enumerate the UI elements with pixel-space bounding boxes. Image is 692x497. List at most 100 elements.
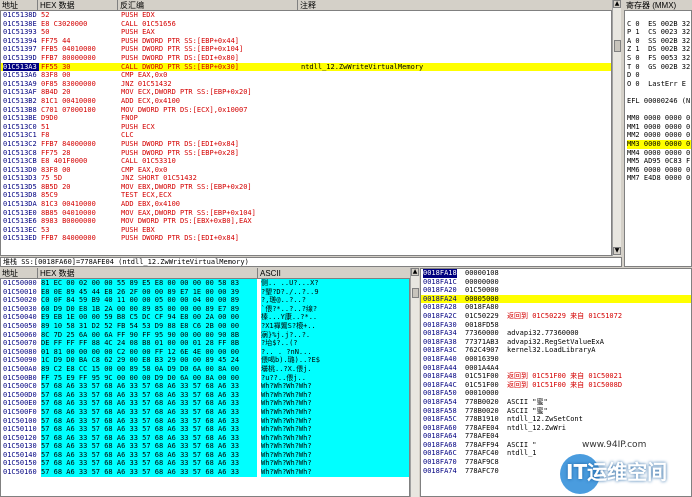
stack-row[interactable]: 0018FA58 778B0020 ASCII "蜜": [421, 407, 691, 416]
disasm-row[interactable]: 01C513D3 75 5D JNZ SHORT 01C51432: [1, 174, 611, 183]
stack-row[interactable]: 0018FA30 0018FD58: [421, 321, 691, 330]
stack-row[interactable]: 0018FA40 00016390: [421, 355, 691, 364]
stack-address: 0018FA74: [423, 466, 457, 475]
scroll-thumb[interactable]: [614, 40, 621, 52]
disasm-row[interactable]: 01C5138D 52 PUSH EDX: [1, 11, 611, 20]
disasm-row[interactable]: 01C513AF 8B4D 20 MOV ECX,DWORD PTR SS:[EBP…: [1, 88, 611, 97]
disasm-row[interactable]: 01C5139D FFB7 80000000 PUSH DWORD PTR DS:[…: [1, 54, 611, 63]
dump-scroll-up-icon[interactable]: ▲: [411, 268, 419, 276]
stack-row[interactable]: 0018FA1C 00000000: [421, 278, 691, 287]
stack-row[interactable]: 0018FA48 01C51F00 返回到 01C51F00 来自 01C50021: [421, 372, 691, 381]
dump-row[interactable]: 01C50040 E9 EB 1E 00 00 59 B8 C5 DC CF 94…: [1, 313, 409, 322]
dump-address: 01C50150: [3, 459, 37, 468]
disasm-row[interactable]: 01C513D0 83F8 00 CMP EAX,0x0: [1, 166, 611, 175]
stack-row[interactable]: 0018FA5C 778B1910 ntdll_12.ZwSetCont: [421, 415, 691, 424]
disasm-row[interactable]: 01C513C2 FFB7 84000000 PUSH DWORD PTR DS:[…: [1, 140, 611, 149]
stack-row[interactable]: 0018FA4C 01C51F00 返回到 01C51F00 来自 01C5008D: [421, 381, 691, 390]
disasm-row[interactable]: 01C513CB E8 401F0000 CALL 01C53310: [1, 157, 611, 166]
dump-col-hex[interactable]: HEX 数据: [38, 268, 258, 279]
disasm-row[interactable]: 01C513D5 8B5D 20 MOV EBX,DWORD PTR SS:[EBP…: [1, 183, 611, 192]
stack-row[interactable]: 0018FA60 778AFE04 ntdll_12.ZwWri: [421, 424, 691, 433]
dump-row[interactable]: 01C500C0 57 68 A6 33 57 68 A6 33 57 68 A6…: [1, 382, 409, 391]
dump-row[interactable]: 01C50090 1C D9 D0 BA C8 62 29 00 E8 B3 29…: [1, 356, 409, 365]
disasm-row[interactable]: 01C513C8 FF75 28 PUSH DWORD PTR SS:[EBP+0x…: [1, 149, 611, 158]
dump-row[interactable]: 01C50140 57 68 A6 33 57 68 A6 33 57 68 A6…: [1, 450, 409, 460]
disasm-row[interactable]: 01C51397 FFB5 04010000 PUSH DWORD PTR SS:[…: [1, 45, 611, 54]
stack-row[interactable]: 0018FA34 77360000 advapi32.77360000: [421, 329, 691, 338]
dump-row[interactable]: 01C50030 60 D9 D0 E8 1B 2A 00 00 89 85 00…: [1, 304, 409, 314]
disasm-scrollbar[interactable]: ▲ ▼: [612, 0, 621, 256]
disasm-row[interactable]: 01C513A6 83F8 00 CMP EAX,0x0: [1, 71, 611, 80]
scroll-up-icon[interactable]: ▲: [613, 0, 621, 8]
dump-row[interactable]: 01C500B0 FF 75 E9 FF 95 9C 00 00 00 D9 D0…: [1, 373, 409, 383]
dump-row[interactable]: 01C50010 E8 0E 89 45 44 E8 26 2F 00 00 89…: [1, 287, 409, 297]
disasm-row[interactable]: 01C513BE D9D0 FNOP: [1, 114, 611, 123]
stack-row[interactable]: 0018FA2C 01C50229 返回到 01C50229 来自 01C51072: [421, 312, 691, 321]
col-address[interactable]: 地址: [0, 0, 38, 11]
disasm-row[interactable]: 01C513C0 51 PUSH ECX: [1, 123, 611, 132]
disasm-row[interactable]: 01C513B2 81C1 00410000 ADD ECX,0x4100: [1, 97, 611, 106]
registers-pane[interactable]: C 0 ES 002B 32 P 1 CS 0023 32 A 0 SS 002B …: [624, 11, 692, 267]
dump-scroll-thumb[interactable]: [412, 288, 419, 298]
dump-row[interactable]: 01C50070 DE FF FF FF 88 4C 24 08 B8 01 00…: [1, 339, 409, 348]
dump-col-ascii[interactable]: ASCII: [258, 268, 410, 279]
dump-row[interactable]: 01C50080 01 81 00 00 00 00 C2 00 00 FF 12…: [1, 347, 409, 357]
disasm-row[interactable]: 01C513C1 F8 CLC: [1, 131, 611, 140]
disasm-row[interactable]: 01C513ED FFB7 84000000 PUSH DWORD PTR DS:[…: [1, 234, 611, 243]
stack-comment: 返回到 01C51F00 来自 01C5008D: [507, 380, 623, 389]
dump-row[interactable]: 01C50120 57 68 A6 33 57 68 A6 33 57 68 A6…: [1, 433, 409, 443]
dump-row[interactable]: 01C50050 89 10 58 31 D2 52 FB 54 53 D9 88…: [1, 321, 409, 331]
row-asm: JNZ 01C51432: [121, 79, 172, 88]
stack-row[interactable]: 0018FA28 0018FA80: [421, 303, 691, 312]
dump-row[interactable]: 01C50160 57 68 A6 33 57 68 A6 33 57 68 A6…: [1, 468, 409, 477]
dump-address: 01C50030: [3, 304, 37, 313]
col-comment[interactable]: 注释: [298, 0, 612, 11]
stack-value: 778AFE04: [465, 432, 499, 441]
disasm-row[interactable]: 01C513EC 53 PUSH EBX: [1, 226, 611, 235]
dump-scrollbar[interactable]: ▲: [410, 268, 419, 497]
stack-comment: kernel32.LoadLibraryA: [507, 346, 596, 355]
dump-row[interactable]: 01C50000 81 EC 00 02 00 00 55 89 E5 E8 00…: [1, 279, 409, 288]
disasm-row[interactable]: 01C513A9 0F85 83000000 JNZ 01C51432: [1, 80, 611, 89]
disasm-row[interactable]: 01C513A3 FF55 30 CALL DWORD PTR SS:[EBP+0x…: [1, 62, 611, 72]
dump-row[interactable]: 01C500A0 89 C2 E8 CC 15 00 00 89 58 0A D9…: [1, 364, 409, 374]
disasm-row[interactable]: 01C513DA 81C3 00410000 ADD EBX,0x4100: [1, 200, 611, 209]
stack-row[interactable]: 0018FA38 77371AB3 advapi32.RegSetValueExA: [421, 338, 691, 347]
scroll-down-icon[interactable]: ▼: [613, 247, 621, 255]
stack-row[interactable]: 0018FA18 00000108: [421, 269, 691, 278]
disasm-row[interactable]: 01C51393 50 PUSH EAX: [1, 28, 611, 37]
row-asm: JNZ SHORT 01C51432: [121, 174, 197, 183]
dump-address: 01C50000: [3, 279, 37, 287]
dump-row[interactable]: 01C50130 57 68 A6 33 57 68 A6 33 57 68 A6…: [1, 442, 409, 451]
disasm-row[interactable]: 01C5138E E8 C3020000 CALL 01C51656: [1, 20, 611, 29]
stack-row[interactable]: 0018FA44 0001A4A4: [421, 364, 691, 373]
dump-pane[interactable]: 01C50000 81 EC 00 02 00 00 55 89 E5 E8 00…: [0, 279, 410, 497]
col-disasm[interactable]: 反汇编: [118, 0, 298, 11]
disasm-pane[interactable]: 01C5138D 52 PUSH EDX 01C5138E E8 C3020000 CAL…: [0, 11, 612, 256]
disasm-row[interactable]: 01C51394 FF75 44 PUSH DWORD PTR SS:[EBP+0x…: [1, 37, 611, 46]
dump-row[interactable]: 01C50110 57 68 A6 33 57 68 A6 33 57 68 A6…: [1, 425, 409, 434]
dump-ascii: Wh?Wh?Wh?Wh?: [261, 459, 409, 469]
dump-row[interactable]: 01C50100 57 68 A6 33 57 68 A6 33 57 68 A6…: [1, 416, 409, 426]
dump-row[interactable]: 01C500E0 57 68 A6 33 57 68 A6 33 57 68 A6…: [1, 399, 409, 408]
row-hex: FFB5 04010000: [41, 45, 96, 54]
stack-row[interactable]: 0018FA3C 762C4907 kernel32.LoadLibraryA: [421, 346, 691, 355]
dump-row[interactable]: 01C500D0 57 68 A6 33 57 68 A6 33 57 68 A6…: [1, 390, 409, 400]
dump-row[interactable]: 01C50060 8C 7D 25 6A 00 6A FF 90 FF 95 90…: [1, 330, 409, 340]
stack-row[interactable]: 0018FA54 778B0020 ASCII "蜜": [421, 398, 691, 407]
stack-row[interactable]: 0018FA24 00005000: [421, 294, 691, 304]
stack-address: 0018FA1C: [423, 277, 457, 286]
stack-row[interactable]: 0018FA20 01C50000: [421, 286, 691, 295]
dump-col-address[interactable]: 地址: [0, 268, 38, 279]
row-asm: PUSH DWORD PTR DS:[EDI+0x84]: [121, 139, 240, 148]
disasm-row[interactable]: 01C513D8 85C9 TEST ECX,ECX: [1, 191, 611, 200]
disasm-row[interactable]: 01C513E0 8B85 04010000 MOV EAX,DWORD PTR S…: [1, 209, 611, 218]
dump-row[interactable]: 01C50020 C0 0F 84 59 B9 40 11 00 00 05 00…: [1, 296, 409, 305]
dump-address: 01C50010: [3, 287, 37, 296]
col-hex[interactable]: HEX 数据: [38, 0, 118, 11]
dump-row[interactable]: 01C500F0 57 68 A6 33 57 68 A6 33 57 68 A6…: [1, 407, 409, 417]
stack-row[interactable]: 0018FA50 00010000: [421, 389, 691, 398]
dump-row[interactable]: 01C50150 57 68 A6 33 57 68 A6 33 57 68 A6…: [1, 459, 409, 469]
disasm-row[interactable]: 01C513B8 C701 07000100 MOV DWORD PTR DS:[E…: [1, 106, 611, 115]
disasm-row[interactable]: 01C513E6 8983 B0000000 MOV DWORD PTR DS:[E…: [1, 217, 611, 226]
